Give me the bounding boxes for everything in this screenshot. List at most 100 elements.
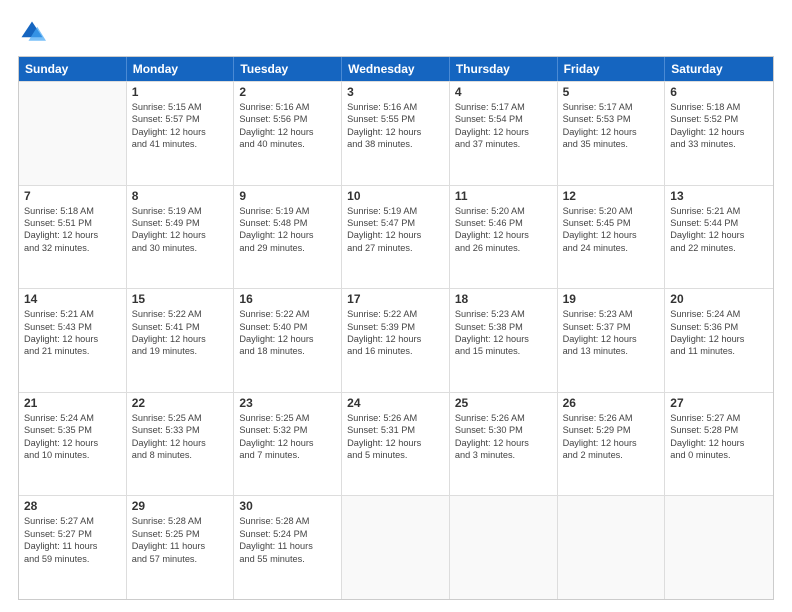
- day-cell-1: 1 Sunrise: 5:15 AM Sunset: 5:57 PM Daylig…: [127, 82, 235, 185]
- day-cell-11: 11 Sunrise: 5:20 AM Sunset: 5:46 PM Dayli…: [450, 186, 558, 289]
- weekday-header-thursday: Thursday: [450, 57, 558, 81]
- day-cell-27: 27 Sunrise: 5:27 AM Sunset: 5:28 PM Dayli…: [665, 393, 773, 496]
- calendar-header: SundayMondayTuesdayWednesdayThursdayFrid…: [19, 57, 773, 81]
- day-number: 11: [455, 189, 552, 203]
- day-info: Sunrise: 5:25 AM Sunset: 5:32 PM Dayligh…: [239, 412, 336, 462]
- day-info: Sunrise: 5:16 AM Sunset: 5:56 PM Dayligh…: [239, 101, 336, 151]
- day-number: 10: [347, 189, 444, 203]
- day-info: Sunrise: 5:22 AM Sunset: 5:40 PM Dayligh…: [239, 308, 336, 358]
- calendar-row-4: 21 Sunrise: 5:24 AM Sunset: 5:35 PM Dayli…: [19, 392, 773, 496]
- day-info: Sunrise: 5:16 AM Sunset: 5:55 PM Dayligh…: [347, 101, 444, 151]
- day-number: 22: [132, 396, 229, 410]
- weekday-header-sunday: Sunday: [19, 57, 127, 81]
- day-cell-13: 13 Sunrise: 5:21 AM Sunset: 5:44 PM Dayli…: [665, 186, 773, 289]
- calendar: SundayMondayTuesdayWednesdayThursdayFrid…: [18, 56, 774, 600]
- day-cell-14: 14 Sunrise: 5:21 AM Sunset: 5:43 PM Dayli…: [19, 289, 127, 392]
- day-info: Sunrise: 5:27 AM Sunset: 5:27 PM Dayligh…: [24, 515, 121, 565]
- day-number: 28: [24, 499, 121, 513]
- calendar-row-3: 14 Sunrise: 5:21 AM Sunset: 5:43 PM Dayli…: [19, 288, 773, 392]
- day-number: 1: [132, 85, 229, 99]
- day-info: Sunrise: 5:24 AM Sunset: 5:35 PM Dayligh…: [24, 412, 121, 462]
- day-info: Sunrise: 5:21 AM Sunset: 5:43 PM Dayligh…: [24, 308, 121, 358]
- day-info: Sunrise: 5:18 AM Sunset: 5:51 PM Dayligh…: [24, 205, 121, 255]
- day-cell-5: 5Sunrise: 5:17 AM Sunset: 5:53 PM Daylig…: [558, 82, 666, 185]
- day-info: Sunrise: 5:20 AM Sunset: 5:46 PM Dayligh…: [455, 205, 552, 255]
- day-number: 16: [239, 292, 336, 306]
- day-cell-25: 25Sunrise: 5:26 AM Sunset: 5:30 PM Dayli…: [450, 393, 558, 496]
- day-info: Sunrise: 5:21 AM Sunset: 5:44 PM Dayligh…: [670, 205, 768, 255]
- day-cell-4: 4 Sunrise: 5:17 AM Sunset: 5:54 PM Daylig…: [450, 82, 558, 185]
- day-info: Sunrise: 5:15 AM Sunset: 5:57 PM Dayligh…: [132, 101, 229, 151]
- day-number: 24: [347, 396, 444, 410]
- day-info: Sunrise: 5:26 AM Sunset: 5:31 PM Dayligh…: [347, 412, 444, 462]
- weekday-header-saturday: Saturday: [665, 57, 773, 81]
- day-info: Sunrise: 5:22 AM Sunset: 5:41 PM Dayligh…: [132, 308, 229, 358]
- calendar-row-2: 7 Sunrise: 5:18 AM Sunset: 5:51 PM Daylig…: [19, 185, 773, 289]
- day-number: 19: [563, 292, 660, 306]
- day-info: Sunrise: 5:24 AM Sunset: 5:36 PM Dayligh…: [670, 308, 768, 358]
- weekday-header-tuesday: Tuesday: [234, 57, 342, 81]
- day-cell-15: 15 Sunrise: 5:22 AM Sunset: 5:41 PM Dayli…: [127, 289, 235, 392]
- day-cell-7: 7 Sunrise: 5:18 AM Sunset: 5:51 PM Daylig…: [19, 186, 127, 289]
- day-cell-19: 19 Sunrise: 5:23 AM Sunset: 5:37 PM Dayli…: [558, 289, 666, 392]
- logo: [18, 18, 50, 46]
- empty-cell: [342, 496, 450, 599]
- day-number: 7: [24, 189, 121, 203]
- calendar-row-1: 1 Sunrise: 5:15 AM Sunset: 5:57 PM Daylig…: [19, 81, 773, 185]
- logo-icon: [18, 18, 46, 46]
- day-info: Sunrise: 5:19 AM Sunset: 5:48 PM Dayligh…: [239, 205, 336, 255]
- day-number: 27: [670, 396, 768, 410]
- day-info: Sunrise: 5:19 AM Sunset: 5:47 PM Dayligh…: [347, 205, 444, 255]
- day-number: 15: [132, 292, 229, 306]
- day-cell-29: 29Sunrise: 5:28 AM Sunset: 5:25 PM Dayli…: [127, 496, 235, 599]
- day-info: Sunrise: 5:27 AM Sunset: 5:28 PM Dayligh…: [670, 412, 768, 462]
- day-cell-26: 26 Sunrise: 5:26 AM Sunset: 5:29 PM Dayli…: [558, 393, 666, 496]
- day-cell-30: 30 Sunrise: 5:28 AM Sunset: 5:24 PM Dayli…: [234, 496, 342, 599]
- empty-cell: [19, 82, 127, 185]
- day-number: 14: [24, 292, 121, 306]
- day-number: 9: [239, 189, 336, 203]
- weekday-header-monday: Monday: [127, 57, 235, 81]
- day-info: Sunrise: 5:23 AM Sunset: 5:38 PM Dayligh…: [455, 308, 552, 358]
- day-cell-24: 24 Sunrise: 5:26 AM Sunset: 5:31 PM Dayli…: [342, 393, 450, 496]
- day-info: Sunrise: 5:26 AM Sunset: 5:29 PM Dayligh…: [563, 412, 660, 462]
- day-cell-20: 20Sunrise: 5:24 AM Sunset: 5:36 PM Dayli…: [665, 289, 773, 392]
- day-info: Sunrise: 5:22 AM Sunset: 5:39 PM Dayligh…: [347, 308, 444, 358]
- day-info: Sunrise: 5:19 AM Sunset: 5:49 PM Dayligh…: [132, 205, 229, 255]
- day-cell-22: 22 Sunrise: 5:25 AM Sunset: 5:33 PM Dayli…: [127, 393, 235, 496]
- day-info: Sunrise: 5:25 AM Sunset: 5:33 PM Dayligh…: [132, 412, 229, 462]
- day-number: 17: [347, 292, 444, 306]
- day-number: 13: [670, 189, 768, 203]
- day-cell-3: 3 Sunrise: 5:16 AM Sunset: 5:55 PM Daylig…: [342, 82, 450, 185]
- day-number: 30: [239, 499, 336, 513]
- day-number: 8: [132, 189, 229, 203]
- day-cell-16: 16 Sunrise: 5:22 AM Sunset: 5:40 PM Dayli…: [234, 289, 342, 392]
- day-info: Sunrise: 5:28 AM Sunset: 5:24 PM Dayligh…: [239, 515, 336, 565]
- day-number: 4: [455, 85, 552, 99]
- day-info: Sunrise: 5:18 AM Sunset: 5:52 PM Dayligh…: [670, 101, 768, 151]
- calendar-body: 1 Sunrise: 5:15 AM Sunset: 5:57 PM Daylig…: [19, 81, 773, 599]
- day-info: Sunrise: 5:23 AM Sunset: 5:37 PM Dayligh…: [563, 308, 660, 358]
- empty-cell: [558, 496, 666, 599]
- day-cell-8: 8 Sunrise: 5:19 AM Sunset: 5:49 PM Daylig…: [127, 186, 235, 289]
- day-number: 26: [563, 396, 660, 410]
- day-number: 2: [239, 85, 336, 99]
- empty-cell: [450, 496, 558, 599]
- day-info: Sunrise: 5:20 AM Sunset: 5:45 PM Dayligh…: [563, 205, 660, 255]
- day-cell-12: 12Sunrise: 5:20 AM Sunset: 5:45 PM Dayli…: [558, 186, 666, 289]
- day-cell-10: 10 Sunrise: 5:19 AM Sunset: 5:47 PM Dayli…: [342, 186, 450, 289]
- empty-cell: [665, 496, 773, 599]
- day-number: 23: [239, 396, 336, 410]
- day-number: 21: [24, 396, 121, 410]
- weekday-header-wednesday: Wednesday: [342, 57, 450, 81]
- weekday-header-friday: Friday: [558, 57, 666, 81]
- header: [18, 18, 774, 46]
- day-number: 6: [670, 85, 768, 99]
- day-cell-21: 21 Sunrise: 5:24 AM Sunset: 5:35 PM Dayli…: [19, 393, 127, 496]
- day-cell-23: 23 Sunrise: 5:25 AM Sunset: 5:32 PM Dayli…: [234, 393, 342, 496]
- day-info: Sunrise: 5:17 AM Sunset: 5:54 PM Dayligh…: [455, 101, 552, 151]
- day-cell-28: 28 Sunrise: 5:27 AM Sunset: 5:27 PM Dayli…: [19, 496, 127, 599]
- day-number: 5: [563, 85, 660, 99]
- day-number: 3: [347, 85, 444, 99]
- day-number: 18: [455, 292, 552, 306]
